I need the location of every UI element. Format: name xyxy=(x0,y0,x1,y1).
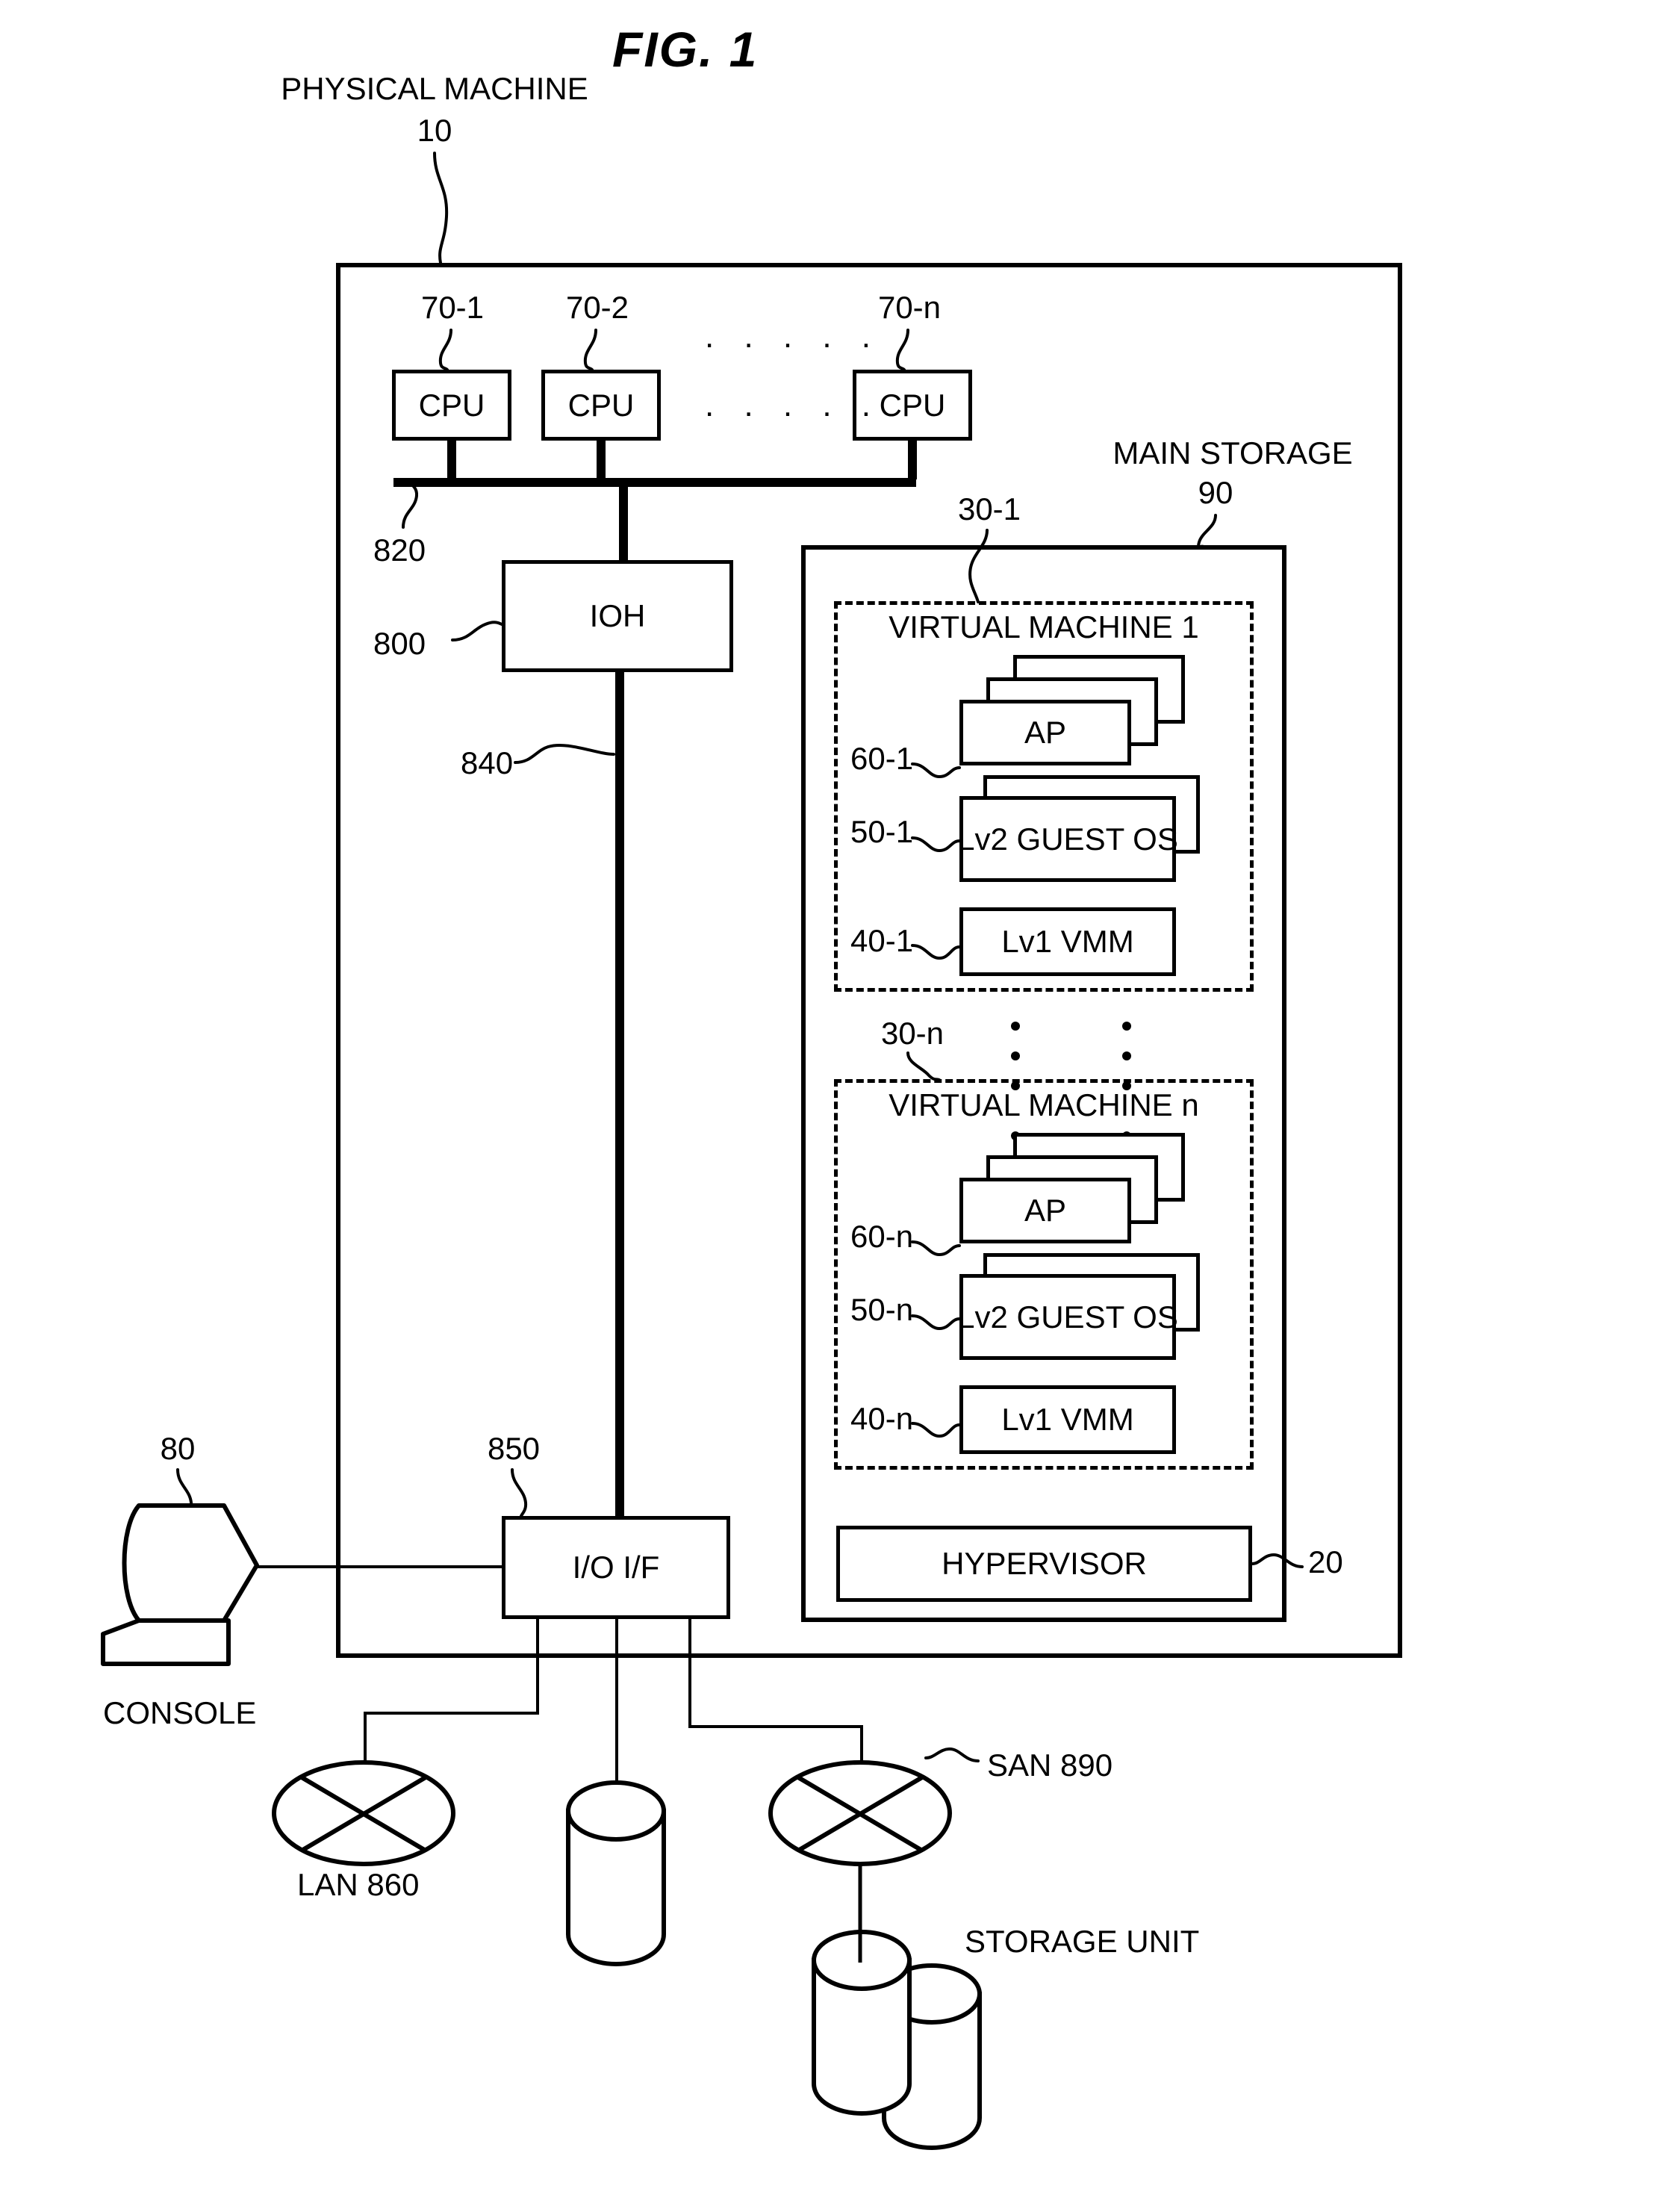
cpu-ref-70-n: 70-n xyxy=(877,290,942,325)
cpu-stub-n xyxy=(908,441,917,479)
lan-vertical-line xyxy=(364,1712,367,1812)
hypervisor-label: HYPERVISOR xyxy=(942,1546,1147,1581)
lan-horizontal-line xyxy=(364,1712,539,1715)
storage-unit-icon xyxy=(812,1930,982,2151)
ap-ref-60-1: 60-1 xyxy=(850,741,914,776)
cpu-label-2: CPU xyxy=(567,387,635,423)
vmm-ref-40-1: 40-1 xyxy=(850,923,914,958)
figure-title: FIG. 1 xyxy=(612,22,759,77)
lan-drop-line xyxy=(536,1618,539,1715)
leader-disk-870 xyxy=(603,1867,620,1915)
ap-label-n: AP xyxy=(1024,1193,1067,1228)
ap-stack-n: AP xyxy=(959,1133,1198,1243)
cpu-label-n: CPU xyxy=(879,387,946,423)
vmm-label-1: Lv1 VMM xyxy=(1001,924,1134,959)
io-path-ref-840: 840 xyxy=(461,745,514,780)
console-connection-line xyxy=(239,1565,503,1568)
leader-console-80 xyxy=(176,1468,193,1517)
cpu-stub-1 xyxy=(447,441,456,479)
hypervisor-box: HYPERVISOR xyxy=(836,1526,1252,1602)
lan-label: LAN 860 xyxy=(297,1867,420,1902)
cpu-ellipsis-top: . . . . . xyxy=(705,318,882,355)
cpu-ellipsis-bottom: . . . . . xyxy=(705,387,882,423)
main-storage-ref: 90 xyxy=(1198,475,1233,510)
io-path-line xyxy=(615,671,624,1516)
ap-stack-1: AP xyxy=(959,655,1198,765)
cpu-stub-2 xyxy=(597,441,606,479)
disk-drop-line xyxy=(615,1618,618,1815)
console-icon xyxy=(101,1503,259,1666)
cpu-box-1: CPU xyxy=(392,370,511,441)
san-drop-line xyxy=(688,1618,691,1728)
main-storage-label: MAIN STORAGE xyxy=(1113,435,1353,470)
leader-physical-machine xyxy=(433,152,449,264)
vmm-label-n: Lv1 VMM xyxy=(1001,1402,1134,1437)
guest-os-label-n: Lv2 GUEST OS xyxy=(957,1299,1178,1335)
vm-ref-30-n: 30-n xyxy=(880,1016,945,1051)
ap-box-1: AP xyxy=(959,700,1131,765)
san-label: SAN 890 xyxy=(987,1747,1113,1783)
ap-label-1: AP xyxy=(1024,715,1067,750)
ap-ref-60-n: 60-n xyxy=(850,1219,914,1254)
physical-machine-label: PHYSICAL MACHINE xyxy=(281,71,588,106)
bus-to-ioh xyxy=(619,485,628,560)
guest-os-stack-n: Lv2 GUEST OS xyxy=(957,1253,1228,1361)
console-ref-80: 80 xyxy=(160,1431,196,1466)
vmm-ref-40-n: 40-n xyxy=(850,1401,914,1436)
san-vertical-line xyxy=(860,1725,863,1815)
virtual-machine-n-title: VIRTUAL MACHINE n xyxy=(889,1087,1199,1122)
cpu-label-1: CPU xyxy=(418,387,485,423)
hypervisor-ref-20: 20 xyxy=(1308,1544,1343,1579)
storage-unit-label: STORAGE UNIT xyxy=(965,1924,1200,1959)
guest-os-box-1: Lv2 GUEST OS xyxy=(957,796,1178,882)
cpu-ref-70-2: 70-2 xyxy=(565,290,629,325)
virtual-machine-1-title: VIRTUAL MACHINE 1 xyxy=(889,609,1199,644)
io-if-label: I/O I/F xyxy=(572,1550,660,1585)
bus-ref-820: 820 xyxy=(373,532,426,568)
io-if-box: I/O I/F xyxy=(502,1516,730,1619)
guest-os-ref-50-n: 50-n xyxy=(850,1292,914,1327)
san-horizontal-line xyxy=(688,1725,863,1728)
vmm-box-1: Lv1 VMM xyxy=(959,907,1176,976)
guest-os-ref-50-1: 50-1 xyxy=(850,814,914,849)
ap-box-n: AP xyxy=(959,1178,1131,1243)
vm-ref-30-1: 30-1 xyxy=(957,491,1021,526)
vmm-box-n: Lv1 VMM xyxy=(959,1385,1176,1454)
leader-lan-860 xyxy=(350,1809,367,1857)
ioh-label: IOH xyxy=(589,598,646,633)
ioh-ref-800: 800 xyxy=(373,626,426,661)
guest-os-box-n: Lv2 GUEST OS xyxy=(957,1274,1178,1360)
guest-os-stack-1: Lv2 GUEST OS xyxy=(957,775,1228,883)
disk-ref-870: 870 xyxy=(571,1925,624,1960)
ioh-box: IOH xyxy=(502,560,733,672)
console-label: CONSOLE xyxy=(103,1695,257,1730)
cpu-ref-70-1: 70-1 xyxy=(420,290,485,325)
leader-san-890 xyxy=(924,1747,980,1762)
system-bus xyxy=(393,478,916,487)
io-if-ref-850: 850 xyxy=(487,1431,541,1466)
guest-os-label-1: Lv2 GUEST OS xyxy=(957,821,1178,857)
patent-figure-page: FIG. 1 PHYSICAL MACHINE 10 70-1 70-2 70-… xyxy=(0,0,1671,2212)
physical-machine-ref: 10 xyxy=(417,113,452,148)
cpu-box-2: CPU xyxy=(541,370,661,441)
